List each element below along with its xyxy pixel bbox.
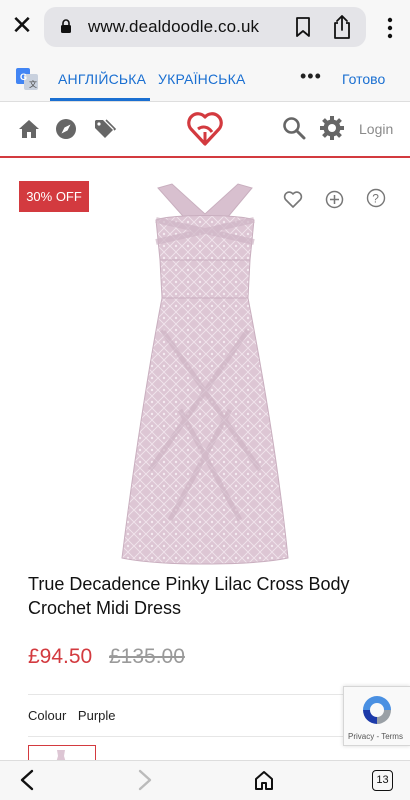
close-icon[interactable]: ✕ — [8, 12, 36, 40]
active-tab-indicator — [50, 98, 150, 101]
browser-bottom-nav: 13 — [0, 760, 410, 800]
translate-more-button[interactable]: ••• — [300, 66, 322, 87]
dress-product-image[interactable] — [110, 180, 300, 565]
bookmark-icon[interactable] — [292, 16, 314, 38]
share-icon[interactable] — [330, 14, 354, 40]
url-text: www.dealdoodle.co.uk — [88, 17, 260, 36]
sale-price: £94.50 — [28, 645, 93, 668]
colour-row: Colour Purple — [28, 708, 124, 723]
settings-gear-icon[interactable] — [319, 115, 345, 141]
colour-value: Purple — [77, 708, 116, 723]
more-options-icon[interactable] — [378, 16, 402, 40]
google-translate-icon: G 文 — [16, 68, 38, 90]
add-circle-icon[interactable] — [325, 190, 344, 209]
recaptcha-links[interactable]: Privacy - Terms — [348, 732, 403, 741]
back-icon[interactable] — [18, 769, 36, 791]
site-header: Login — [0, 102, 410, 158]
login-link[interactable]: Login — [359, 121, 393, 137]
browser-url-bar: ✕ www.dealdoodle.co.uk — [0, 0, 410, 56]
discount-badge: 30% OFF — [19, 181, 89, 212]
translate-done-button[interactable]: Готово — [342, 71, 385, 87]
dealdoodle-logo[interactable] — [186, 108, 224, 148]
recaptcha-icon — [363, 696, 391, 724]
original-price: £135.00 — [109, 645, 185, 668]
search-icon[interactable] — [282, 116, 306, 140]
tab-source-language[interactable]: АНГЛІЙСЬКА — [58, 71, 146, 87]
svg-text:文: 文 — [29, 79, 37, 89]
recaptcha-badge[interactable]: Privacy - Terms — [343, 686, 410, 746]
colour-label: Colour — [28, 708, 67, 723]
tab-target-language[interactable]: УКРАЇНСЬКА — [158, 71, 246, 87]
product-title: True Decadence Pinky Lilac Cross Body Cr… — [28, 574, 350, 618]
translate-bar: G 文 АНГЛІЙСЬКА УКРАЇНСЬКА ••• Готово — [0, 56, 410, 102]
tags-icon[interactable] — [93, 118, 117, 140]
compass-icon[interactable] — [55, 118, 77, 140]
home-icon[interactable] — [253, 769, 275, 791]
home-icon[interactable] — [18, 119, 40, 139]
address-field[interactable]: www.dealdoodle.co.uk — [44, 7, 366, 47]
tab-switcher-button[interactable]: 13 — [372, 770, 393, 791]
help-icon[interactable]: ? — [366, 188, 386, 208]
svg-text:G: G — [20, 72, 27, 82]
svg-text:?: ? — [372, 192, 379, 206]
lock-icon — [61, 19, 71, 33]
forward-icon[interactable] — [136, 769, 154, 791]
